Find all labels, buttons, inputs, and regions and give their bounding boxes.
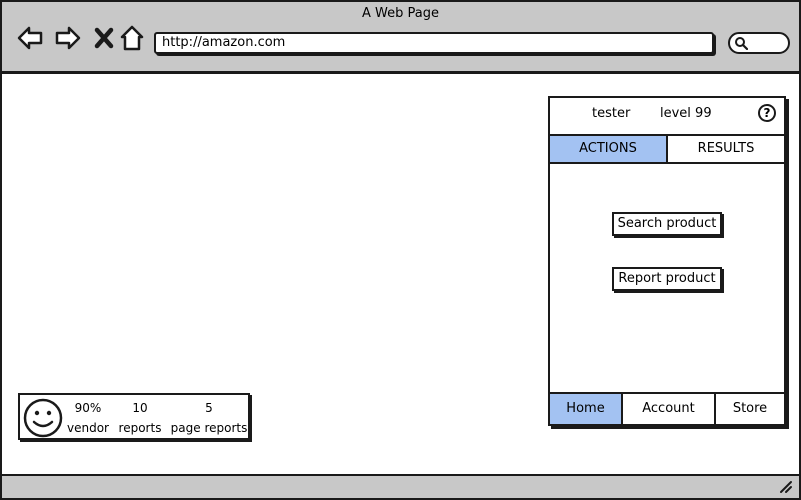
url-input[interactable]: http://amazon.com — [154, 32, 714, 54]
forward-arrow-icon[interactable] — [54, 24, 82, 52]
panel-header: tester level 99 ? — [550, 98, 784, 132]
bottom-nav: Home Account Store — [550, 392, 784, 424]
stat-label: vendor — [67, 421, 109, 435]
nav-home[interactable]: Home — [550, 394, 623, 424]
stat-value: 90% — [74, 401, 102, 415]
browser-toolbar: A Web Page http://amazon.com — [2, 2, 799, 74]
username-label: tester — [592, 106, 631, 121]
window-title: A Web Page — [362, 6, 439, 21]
stat-page-reports: 5 page reports — [170, 399, 248, 439]
browser-window: A Web Page http://amazon.com tester leve… — [0, 0, 801, 500]
status-bar — [2, 474, 799, 498]
smiley-icon — [23, 398, 63, 438]
stats-widget: 90% vendor 10 reports 5 page reports — [18, 393, 250, 440]
home-icon[interactable] — [118, 24, 146, 52]
stat-label: reports — [118, 421, 162, 435]
resize-grip-icon[interactable] — [779, 480, 793, 494]
level-label: level 99 — [660, 106, 712, 121]
search-icon — [735, 37, 748, 50]
stat-reports: 10 reports — [116, 399, 164, 439]
browser-search-field[interactable] — [728, 32, 790, 54]
stat-label: page reports — [170, 421, 248, 435]
user-panel: tester level 99 ? ACTIONS RESULTS Search… — [548, 96, 786, 426]
tab-actions[interactable]: ACTIONS — [550, 136, 668, 162]
nav-account[interactable]: Account — [623, 394, 716, 424]
stat-value: 5 — [205, 401, 213, 415]
close-icon[interactable] — [90, 24, 118, 52]
panel-tabs: ACTIONS RESULTS — [550, 134, 784, 164]
tab-results[interactable]: RESULTS — [668, 136, 784, 162]
search-product-button[interactable]: Search product — [612, 212, 722, 236]
report-product-button[interactable]: Report product — [612, 267, 722, 291]
back-arrow-icon[interactable] — [16, 24, 44, 52]
nav-store[interactable]: Store — [716, 394, 784, 424]
stat-value: 10 — [132, 401, 148, 415]
help-icon[interactable]: ? — [758, 104, 776, 122]
stat-vendor: 90% vendor — [66, 399, 110, 439]
